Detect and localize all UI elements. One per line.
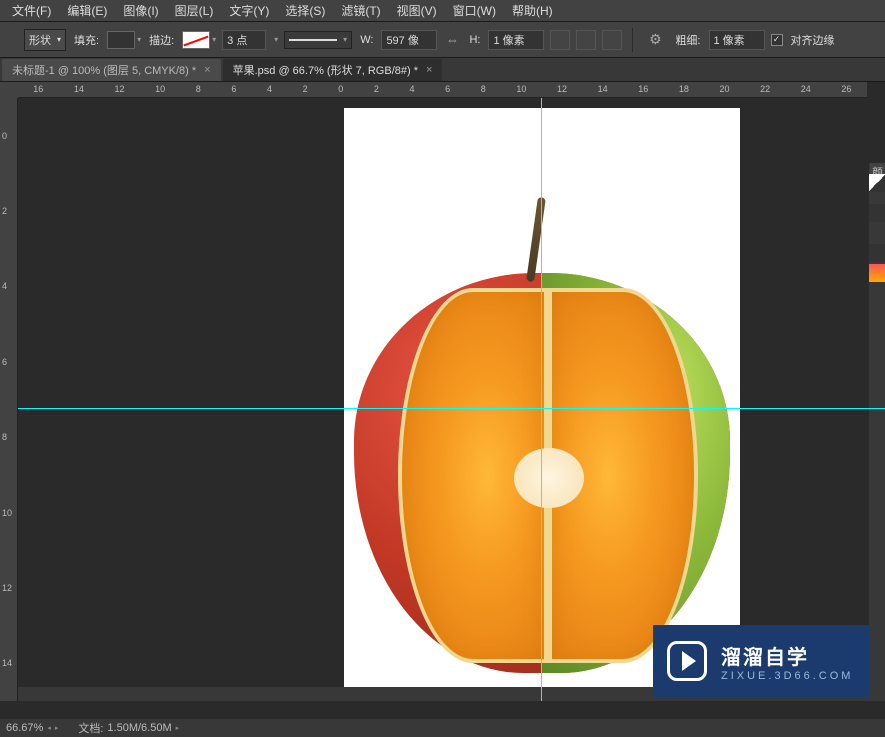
chevron-down-icon: ▾	[274, 35, 278, 44]
panel-item[interactable]	[869, 244, 885, 262]
tab-label: 苹果.psd @ 66.7% (形状 7, RGB/8#) *	[233, 62, 418, 78]
gear-icon[interactable]	[643, 28, 667, 52]
workspace: 16 14 12 10 8 6 4 2 0 2 4 6 8 10 12 14 1…	[0, 82, 885, 719]
horizontal-guide[interactable]	[18, 408, 885, 409]
stroke-label: 描边:	[149, 32, 174, 48]
orange-center	[514, 448, 584, 508]
watermark-url: ZIXUE.3D66.COM	[721, 670, 853, 682]
path-operations-button[interactable]	[550, 30, 570, 50]
gradient-swatch[interactable]	[869, 264, 885, 282]
stroke-style-dropdown[interactable]: ▾	[284, 31, 352, 49]
vertical-guide[interactable]	[541, 98, 542, 701]
arrow-left-icon[interactable]: ◂	[47, 724, 51, 732]
close-icon[interactable]: ×	[426, 64, 432, 76]
foreground-background-swatch[interactable]	[869, 174, 885, 192]
document-tab[interactable]: 未标题-1 @ 100% (图层 5, CMYK/8) * ×	[2, 59, 221, 81]
menu-window[interactable]: 窗口(W)	[445, 0, 504, 21]
link-icon[interactable]: ⇔	[443, 31, 461, 49]
document-tab[interactable]: 苹果.psd @ 66.7% (形状 7, RGB/8#) * ×	[223, 59, 443, 81]
stroke-line-icon	[289, 39, 337, 41]
document-tabs: 未标题-1 @ 100% (图层 5, CMYK/8) * × 苹果.psd @…	[0, 58, 885, 82]
menu-type[interactable]: 文字(Y)	[221, 0, 277, 21]
shape-height-input[interactable]	[488, 30, 544, 50]
status-bar: 66.67% ◂ ▸ 文档: 1.50M/6.50M ▸	[0, 719, 885, 737]
tool-mode-dropdown[interactable]: 形状 ▾	[24, 29, 66, 51]
close-icon[interactable]: ×	[204, 64, 210, 76]
tab-label: 未标题-1 @ 100% (图层 5, CMYK/8) *	[12, 62, 196, 78]
thickness-input[interactable]	[709, 30, 765, 50]
menu-bar: 文件(F) 编辑(E) 图像(I) 图层(L) 文字(Y) 选择(S) 滤镜(T…	[0, 0, 885, 22]
canvas[interactable]	[344, 108, 740, 701]
watermark: 溜溜自学 ZIXUE.3D66.COM	[653, 625, 869, 697]
stroke-width-input[interactable]	[222, 30, 266, 50]
menu-view[interactable]: 视图(V)	[389, 0, 445, 21]
stem	[526, 197, 546, 282]
thickness-label: 粗细:	[675, 32, 700, 48]
menu-file[interactable]: 文件(F)	[4, 0, 59, 21]
right-panel-strip: 颜	[869, 164, 885, 701]
watermark-logo	[667, 641, 707, 681]
width-label: W:	[360, 34, 373, 46]
menu-layer[interactable]: 图层(L)	[167, 0, 222, 21]
play-icon	[682, 651, 696, 671]
align-edges-label: 对齐边缘	[791, 32, 835, 48]
menu-edit[interactable]: 编辑(E)	[59, 0, 115, 21]
menu-filter[interactable]: 滤镜(T)	[333, 0, 388, 21]
canvas-viewport[interactable]	[18, 98, 885, 701]
tool-mode-label: 形状	[29, 32, 51, 48]
vertical-ruler[interactable]: 0 2 4 6 8 10 12 14	[0, 98, 18, 701]
horizontal-ruler[interactable]: 16 14 12 10 8 6 4 2 0 2 4 6 8 10 12 14 1…	[18, 82, 867, 98]
chevron-down-icon: ▾	[137, 35, 141, 44]
arrow-right-icon[interactable]: ▸	[176, 724, 180, 732]
zoom-level[interactable]: 66.67%	[6, 722, 43, 734]
watermark-title: 溜溜自学	[721, 641, 853, 670]
menu-select[interactable]: 选择(S)	[277, 0, 333, 21]
options-bar: 形状 ▾ 填充: ▾ 描边: ▾ ▾ ▾ W: ⇔ H: 粗细: ✓ 对齐边缘	[0, 22, 885, 58]
arrow-right-icon[interactable]: ▸	[55, 724, 59, 732]
menu-image[interactable]: 图像(I)	[115, 0, 166, 21]
separator	[632, 28, 633, 52]
chevron-down-icon: ▾	[212, 35, 216, 44]
align-edges-checkbox[interactable]: ✓	[771, 34, 783, 46]
ruler-corner	[0, 82, 18, 98]
fill-swatch[interactable]	[107, 31, 135, 49]
path-align-button[interactable]	[576, 30, 596, 50]
doc-size: 1.50M/6.50M	[107, 722, 171, 734]
chevron-down-icon: ▾	[57, 35, 61, 44]
chevron-down-icon: ▾	[343, 35, 347, 44]
panel-item[interactable]	[869, 204, 885, 222]
shape-width-input[interactable]	[381, 30, 437, 50]
menu-help[interactable]: 帮助(H)	[504, 0, 561, 21]
fill-label: 填充:	[74, 32, 99, 48]
stroke-swatch[interactable]	[182, 31, 210, 49]
height-label: H:	[469, 34, 480, 46]
canvas-image	[354, 213, 730, 693]
doc-info-label: 文档:	[78, 720, 103, 736]
path-arrange-button[interactable]	[602, 30, 622, 50]
